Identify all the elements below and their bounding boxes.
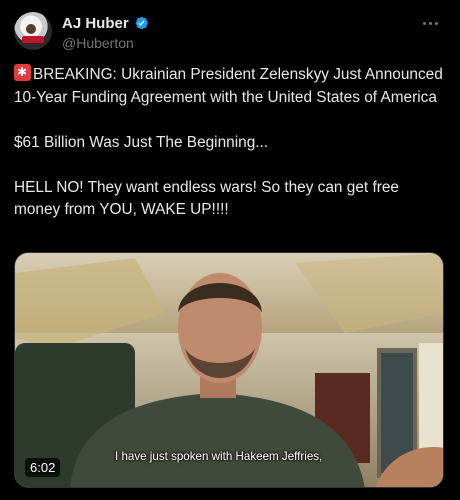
video-duration-badge: 6:02 — [25, 458, 61, 477]
tweet-paragraph-1: BREAKING: Ukrainian President Zelenskyy … — [14, 64, 446, 109]
tweet-text: BREAKING: Ukrainian President Zelenskyy … — [14, 64, 446, 222]
avatar-figure — [26, 24, 36, 34]
tweet-paragraph-1-text: BREAKING: Ukrainian President Zelenskyy … — [14, 66, 443, 106]
author-names: AJ Huber @Huberton — [62, 14, 149, 51]
police-light-emoji-icon — [14, 64, 31, 81]
avatar-flag-stripe — [22, 36, 44, 43]
dot — [422, 21, 426, 25]
name-row: AJ Huber — [62, 14, 149, 32]
video-caption: I have just spoken with Hakeem Jeffries, — [115, 450, 323, 463]
tweet-paragraph-2: $61 Billion Was Just The Beginning... — [14, 133, 269, 151]
video-player[interactable]: I have just spoken with Hakeem Jeffries,… — [14, 252, 444, 488]
author-handle[interactable]: @Huberton — [62, 35, 149, 51]
verified-badge-icon — [135, 16, 148, 30]
author-display-name[interactable]: AJ Huber — [62, 15, 129, 32]
author-avatar[interactable] — [14, 12, 52, 50]
more-options-icon[interactable] — [418, 14, 442, 32]
tweet-header: AJ Huber @Huberton — [14, 12, 446, 56]
dot — [434, 21, 438, 25]
dot — [428, 21, 432, 25]
tweet-paragraph-3: HELL NO! They want endless wars! So they… — [14, 178, 399, 219]
